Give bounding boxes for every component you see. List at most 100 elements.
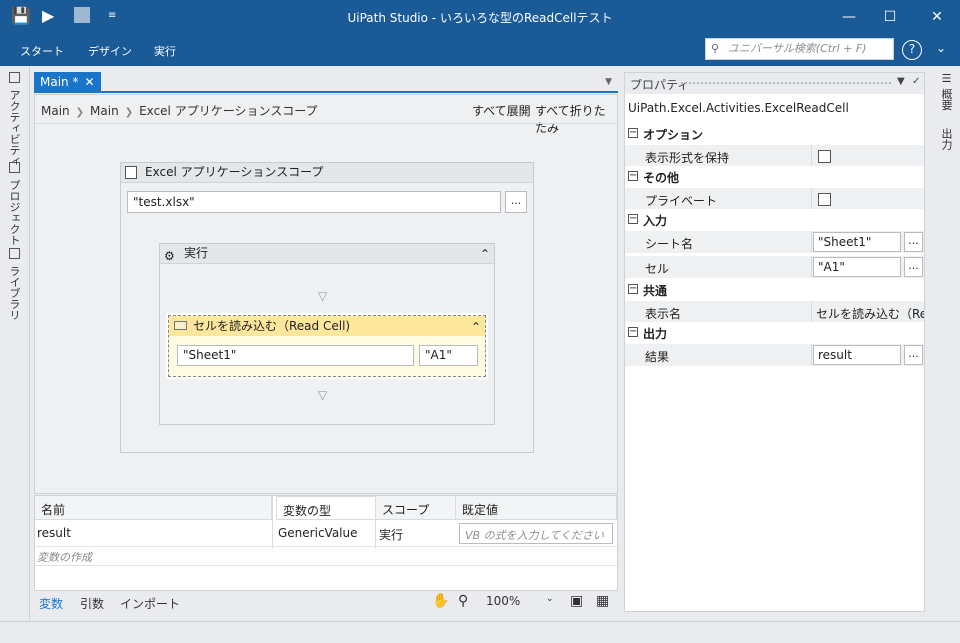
property-category-misc[interactable]: − その他 <box>625 166 924 188</box>
search-icon: ⚲ <box>711 42 720 55</box>
workbook-path-input[interactable]: "test.xlsx" <box>127 191 501 213</box>
private-checkbox[interactable] <box>818 193 831 206</box>
project-icon <box>8 162 20 173</box>
sheet-name-property-input[interactable]: "Sheet1" <box>813 232 901 252</box>
tab-variables[interactable]: 変数 <box>39 595 63 612</box>
do-sequence[interactable]: ⚙ 実行 ⌃ ▽ セルを読み込む（Read Cell) ⌃ "Sheet1" "… <box>159 243 495 425</box>
breadcrumb-item[interactable]: Excel アプリケーションスコープ <box>139 104 317 118</box>
cell-input[interactable]: "A1" <box>419 345 478 366</box>
property-category-options[interactable]: − オプション <box>625 123 924 145</box>
overview-icon[interactable]: ▦ <box>596 593 609 609</box>
collapse-icon[interactable]: − <box>628 327 638 337</box>
side-tab-activities[interactable]: アクティビティ <box>6 72 22 167</box>
property-category-input[interactable]: − 入力 <box>625 209 924 231</box>
property-category-common[interactable]: − 共通 <box>625 279 924 301</box>
column-header-type[interactable]: 変数の型 <box>276 496 376 520</box>
expression-editor-button[interactable]: ... <box>904 345 923 365</box>
tab-arguments[interactable]: 引数 <box>80 595 104 612</box>
read-cell-activity[interactable]: セルを読み込む（Read Cell) ⌃ "Sheet1" "A1" <box>166 313 488 379</box>
cell-property-input[interactable]: "A1" <box>813 257 901 277</box>
ribbon-tab-design[interactable]: デザイン <box>88 43 132 59</box>
divider <box>35 123 617 124</box>
property-category-output[interactable]: − 出力 <box>625 322 924 344</box>
variable-type-cell[interactable]: GenericValue <box>276 521 372 545</box>
document-tabstrip: Main * ✕ ▼ <box>34 72 618 93</box>
sheet-name-input[interactable]: "Sheet1" <box>177 345 414 366</box>
maximize-icon[interactable]: ☐ <box>880 7 900 27</box>
panel-menu-icon[interactable]: ▼ <box>897 76 905 87</box>
chevron-down-icon[interactable]: ⌄ <box>936 41 946 55</box>
chevron-right-icon: ❯ <box>75 107 85 118</box>
read-cell-header[interactable]: セルを読み込む（Read Cell) ⌃ <box>169 316 485 336</box>
breadcrumb-item[interactable]: Main <box>41 104 70 118</box>
zoom-icon[interactable]: ⚲ <box>458 593 468 609</box>
excel-scope-activity[interactable]: Excel アプリケーションスコープ "test.xlsx" ... ⚙ 実行 … <box>120 162 534 453</box>
right-side-panel: ☰ 概要 出力 <box>930 66 960 621</box>
side-tab-project[interactable]: プロジェクト <box>6 162 22 246</box>
create-variable-row[interactable]: 変数の作成 <box>37 549 92 565</box>
title-bar: 💾 ▶ ≡ UiPath Studio - いろいろな型のReadCellテスト… <box>0 0 960 34</box>
universal-search-input[interactable]: ⚲ ユニバーサル検索(Ctrl + F) <box>705 38 894 60</box>
outline-icon: ☰ <box>940 72 953 85</box>
chevron-right-icon: ❯ <box>124 107 134 118</box>
drag-grip[interactable] <box>681 82 891 84</box>
collapse-all-button[interactable]: すべて折りたたみ <box>535 102 617 136</box>
browse-button[interactable]: ... <box>505 191 527 213</box>
fit-to-screen-icon[interactable]: ▣ <box>570 593 583 609</box>
preserve-format-checkbox[interactable] <box>818 150 831 163</box>
collapse-icon[interactable]: − <box>628 171 638 181</box>
left-side-panel: アクティビティ プロジェクト ライブラリ <box>0 66 30 621</box>
category-label: その他 <box>643 171 680 185</box>
property-label: 表示形式を保持 <box>645 151 730 165</box>
pin-icon[interactable]: ✓ <box>912 76 920 87</box>
property-row-preserve-format: 表示形式を保持 <box>625 145 924 167</box>
property-label: 表示名 <box>645 307 682 321</box>
tab-main[interactable]: Main * ✕ <box>34 72 101 93</box>
tab-imports[interactable]: インポート <box>120 595 180 612</box>
help-icon[interactable]: ? <box>902 40 922 60</box>
drop-target-arrow-icon[interactable]: ▽ <box>318 388 327 402</box>
category-label: オプション <box>643 128 704 142</box>
property-row-cell: セル "A1" ... <box>625 256 924 278</box>
column-header-name[interactable]: 名前 <box>35 496 272 520</box>
side-tab-output[interactable]: 出力 <box>938 128 954 150</box>
variable-default-input[interactable]: VB の式を入力してください <box>459 523 613 544</box>
category-label: 出力 <box>643 327 668 341</box>
variable-scope-cell[interactable]: 実行 <box>377 521 455 545</box>
side-tab-outline-label: 概要 <box>940 88 953 111</box>
ribbon-tab-execute[interactable]: 実行 <box>154 43 176 59</box>
collapse-icon[interactable]: − <box>628 284 638 294</box>
side-tab-library-label: ライブラリ <box>8 265 21 321</box>
pan-hand-icon[interactable]: ✋ <box>432 593 449 609</box>
display-name-value[interactable]: セルを読み込む（Reac <box>816 305 924 322</box>
variable-name-cell[interactable]: result <box>35 521 270 545</box>
expand-all-button[interactable]: すべて展開 <box>472 102 531 119</box>
zoom-select[interactable]: 100% ⌄ <box>486 594 554 608</box>
ribbon-tab-start[interactable]: スタート <box>20 43 64 59</box>
collapse-icon[interactable]: − <box>628 128 638 138</box>
expression-editor-button[interactable]: ... <box>904 232 923 252</box>
do-title: 実行 <box>184 246 209 260</box>
collapse-icon[interactable]: − <box>628 214 638 224</box>
side-tab-outline[interactable]: ☰ 概要 <box>938 72 954 111</box>
breadcrumb-item[interactable]: Main <box>90 104 119 118</box>
collapse-icon[interactable]: ⌃ <box>480 245 490 264</box>
close-tab-icon[interactable]: ✕ <box>84 75 94 89</box>
column-header-default[interactable]: 既定値 <box>456 496 617 520</box>
variables-panel: 名前 変数の型 スコープ 既定値 result GenericValue 実行 … <box>34 495 618 591</box>
drop-target-arrow-icon[interactable]: ▽ <box>318 289 327 303</box>
close-icon[interactable]: ✕ <box>927 7 947 27</box>
do-header[interactable]: ⚙ 実行 ⌃ <box>160 244 494 264</box>
collapse-icon[interactable]: ⌃ <box>471 317 481 337</box>
side-tab-library[interactable]: ライブラリ <box>6 248 22 321</box>
read-cell-title: セルを読み込む（Read Cell) <box>193 319 351 333</box>
workflow-designer: Main ❯ Main ❯ Excel アプリケーションスコープ すべて展開 すべて折り… <box>34 94 618 494</box>
result-property-input[interactable]: result <box>813 345 901 365</box>
expression-editor-button[interactable]: ... <box>904 257 923 277</box>
sequence-icon: ⚙ <box>164 249 175 263</box>
minimize-icon[interactable]: — <box>839 7 859 27</box>
excel-scope-header[interactable]: Excel アプリケーションスコープ <box>121 163 533 183</box>
tab-list-dropdown-icon[interactable]: ▼ <box>605 77 612 87</box>
column-header-scope[interactable]: スコープ <box>376 496 456 520</box>
read-cell-icon <box>174 321 187 330</box>
